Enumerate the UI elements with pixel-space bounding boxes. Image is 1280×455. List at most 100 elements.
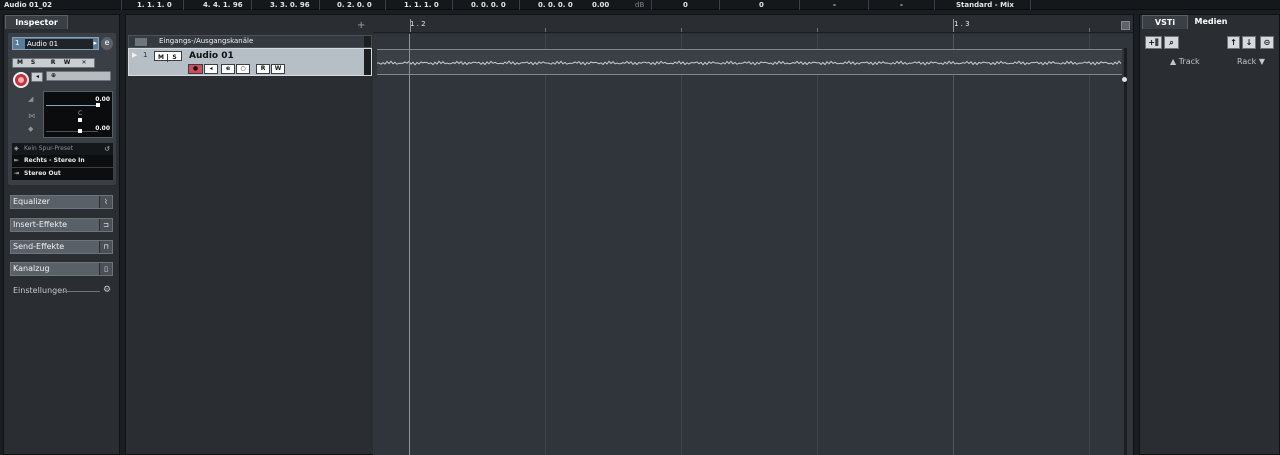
folder-track-color-strip	[364, 36, 371, 47]
record-enable-button[interactable]	[13, 72, 29, 88]
arrow-down-icon[interactable]: ↓	[1242, 36, 1256, 49]
send-icon[interactable]: ⊓	[99, 241, 112, 253]
read-automation-button[interactable]: R	[47, 59, 59, 67]
info-pos2[interactable]: 0. 0. 0. 0	[538, 0, 573, 10]
inspector-track-name[interactable]: Audio 01	[25, 39, 93, 49]
grid-line	[953, 34, 954, 455]
section-insert-effects[interactable]: Insert-Effekte ⊐	[10, 218, 113, 232]
info-offset[interactable]: 0. 2. 0. 0	[337, 0, 372, 10]
track-preset-field[interactable]: ◈ Kein Spur-Preset ↺	[12, 143, 113, 155]
sort-track-label[interactable]: ▲ Track	[1170, 57, 1200, 66]
menu-icon[interactable]: ⊝	[1260, 36, 1274, 49]
section-channel-strip-label: Kanalzug	[13, 264, 50, 273]
folder-track-name[interactable]: Eingangs-/Ausgangskanäle	[159, 37, 253, 45]
track-name[interactable]: Audio 01	[189, 51, 234, 61]
event-display[interactable]	[373, 34, 1133, 455]
inspector-track-name-field[interactable]: 1 Audio 01 ▸	[12, 37, 99, 50]
eq-icon[interactable]: ⌇	[99, 196, 112, 208]
info-volume[interactable]: 0.00	[592, 0, 609, 10]
track-write-button[interactable]: W	[271, 64, 285, 74]
audio-track-row[interactable]: ▶ 1 MS Audio 01 ● ◂ e ○ R W	[128, 48, 372, 76]
audio-event[interactable]	[377, 49, 1122, 75]
folder-track-row[interactable]: Eingangs-/Ausgangskanäle	[128, 35, 372, 48]
info-line: Audio 01_02 1. 1. 1. 0 4. 4. 1. 96 3. 3.…	[0, 0, 1280, 10]
output-routing-field[interactable]: ⇥ Stereo Out	[12, 168, 113, 180]
info-separator	[452, 0, 453, 10]
info-transpose[interactable]: -	[900, 0, 903, 10]
section-send-effects[interactable]: Send-Effekte ⊓	[10, 240, 113, 254]
input-routing-field[interactable]: ⇤ Rechts - Stereo In	[12, 155, 113, 167]
search-icon[interactable]: ⌕	[1164, 36, 1179, 49]
track-monitor-button[interactable]: ◂	[204, 64, 218, 74]
tab-media[interactable]: Medien	[1190, 15, 1232, 29]
insert-icon[interactable]: ⊐	[99, 219, 112, 231]
output-icon: ⇥	[14, 170, 20, 177]
volume-value[interactable]: 0.00	[95, 96, 110, 103]
chevron-right-icon[interactable]: ▸	[93, 39, 97, 47]
section-send-effects-label: Send-Effekte	[13, 242, 65, 251]
inspector-state-buttons: M S R W ✕	[12, 58, 95, 68]
add-track-button[interactable]: +	[357, 20, 365, 31]
info-mute[interactable]: -	[833, 0, 836, 10]
track-edit-button[interactable]: e	[221, 64, 235, 74]
inspector-track-number: 1	[15, 39, 20, 47]
grid-line	[545, 34, 546, 455]
delay-value[interactable]: 0.00	[95, 125, 110, 132]
tab-inspector[interactable]: Inspector	[5, 15, 68, 29]
input-routing-label: Rechts - Stereo In	[24, 157, 85, 164]
track-solo-button[interactable]: S	[168, 54, 181, 62]
track-record-button[interactable]: ●	[188, 64, 203, 74]
channel-strip-icon[interactable]: ▯	[99, 263, 112, 275]
info-separator	[1030, 0, 1031, 10]
track-mute-button[interactable]: M	[155, 54, 168, 62]
ruler-options-button[interactable]	[1121, 21, 1130, 30]
project-cursor[interactable]	[409, 34, 410, 455]
info-fade-out[interactable]: 0	[759, 0, 764, 10]
info-separator	[799, 0, 800, 10]
track-read-button[interactable]: R	[256, 64, 270, 74]
sort-rack-label[interactable]: Rack ▼	[1237, 57, 1265, 66]
tab-vsti[interactable]: VSTi	[1142, 15, 1188, 29]
input-icon: ⇤	[14, 157, 20, 164]
edit-channel-button[interactable]: e	[101, 37, 113, 50]
grid-line	[817, 34, 818, 455]
solo-button[interactable]: S	[27, 59, 39, 67]
expand-track-icon[interactable]: ▶	[132, 51, 137, 59]
track-lock-button[interactable]: ○	[236, 64, 250, 74]
section-equalizer[interactable]: Equalizer ⌇	[10, 195, 113, 209]
vertical-scrollbar[interactable]	[1124, 48, 1127, 455]
delay-slider[interactable]	[46, 131, 98, 132]
ruler-beat-tick	[545, 28, 546, 32]
section-channel-strip[interactable]: Kanalzug ▯	[10, 262, 113, 276]
timeline-ruler[interactable]: 1 . 2 1 . 3	[373, 16, 1133, 33]
mute-button[interactable]: M	[14, 59, 26, 67]
inspector-settings-label[interactable]: Einstellungen	[13, 286, 67, 295]
info-end[interactable]: 4. 4. 1. 96	[203, 0, 243, 10]
add-instrument-button[interactable]: +⫼	[1145, 36, 1162, 49]
gear-icon[interactable]: ⚙	[103, 285, 111, 295]
delay-handle[interactable]	[78, 129, 82, 133]
info-event-name[interactable]: Audio 01_02	[4, 0, 52, 10]
zoom-handle[interactable]	[1122, 77, 1127, 82]
write-automation-button[interactable]: W	[61, 59, 73, 67]
volume-fader-handle[interactable]	[96, 103, 100, 107]
bypass-icon[interactable]: ✕	[77, 59, 91, 67]
reload-icon[interactable]: ↺	[104, 143, 110, 155]
ruler-mark-bar-3: 1 . 3	[954, 20, 970, 28]
pan-label: C	[78, 110, 83, 117]
volume-fader[interactable]	[46, 105, 98, 106]
lock-button[interactable]: ⊕	[46, 71, 111, 81]
info-fade-in[interactable]: 0	[683, 0, 688, 10]
track-mute-solo: MS	[154, 51, 182, 62]
ruler-beat-tick	[1089, 28, 1090, 32]
info-length[interactable]: 3. 3. 0. 96	[270, 0, 310, 10]
info-sync[interactable]: 1. 1. 1. 0	[404, 0, 439, 10]
info-separator	[251, 0, 252, 10]
info-start[interactable]: 1. 1. 1. 0	[137, 0, 172, 10]
info-snap[interactable]: 0. 0. 0. 0	[471, 0, 506, 10]
info-separator	[651, 0, 652, 10]
arrow-up-icon[interactable]: ↑	[1227, 36, 1240, 49]
monitor-button[interactable]: ◂	[31, 72, 43, 82]
pan-handle[interactable]	[78, 118, 82, 122]
info-musical-mode[interactable]: Standard - Mix	[956, 0, 1014, 10]
